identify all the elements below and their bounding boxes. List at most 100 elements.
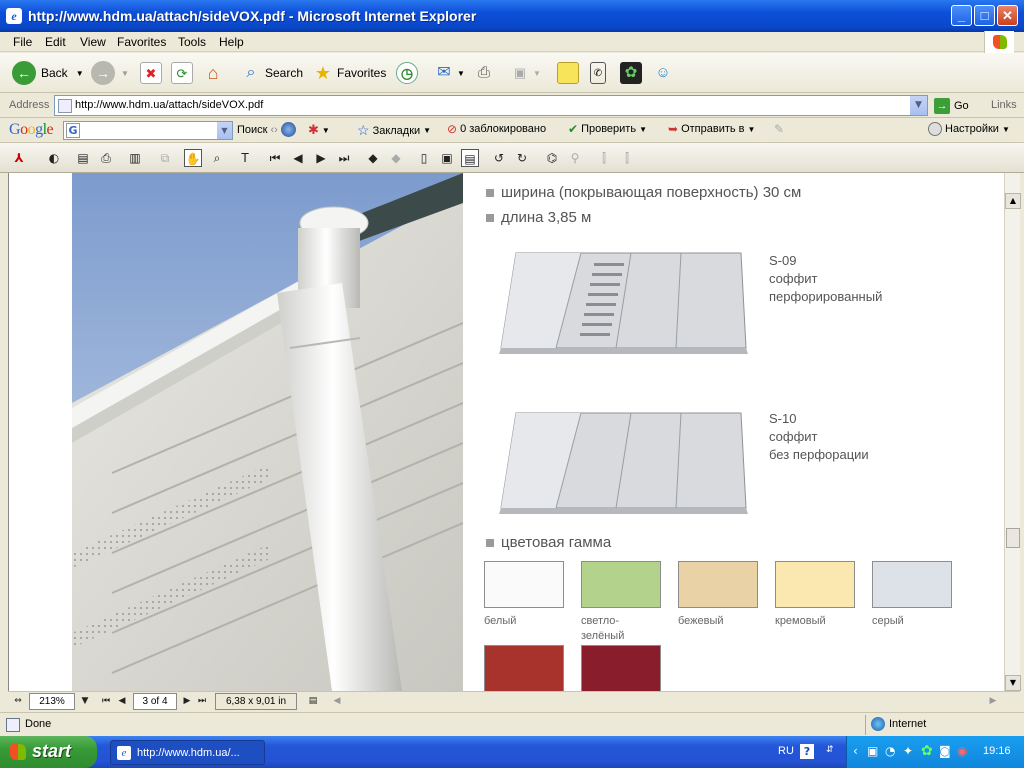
scroll-down-icon[interactable]: ▼ [1005,675,1021,691]
scroll-right-icon[interactable]: ▶ [986,694,1000,709]
save-copy-icon[interactable]: ◐ [45,149,63,167]
icq-icon[interactable]: ✿ [620,62,642,84]
icq-tray-icon[interactable]: ✿ [921,743,933,759]
scroll-left-icon[interactable]: ◀ [330,694,344,709]
zoom-dropdown-icon[interactable]: ▼ [78,694,92,709]
last-page-button-icon[interactable]: ⏭ [195,694,209,709]
hand-tool-icon[interactable]: ✋ [184,149,202,167]
s10-code: S-10 [769,411,797,426]
back-view-icon[interactable]: ◆ [364,149,382,167]
page-layout-icon[interactable]: ▤ [306,694,320,709]
split-icon[interactable]: ⇔ [11,694,25,709]
print-pdf-icon[interactable]: ⎙ [97,149,115,167]
menu-favorites[interactable]: Favorites [117,35,166,49]
antivirus-icon[interactable]: ◙ [939,744,951,758]
s09-desc: перфорированный [769,289,883,304]
pdf-page-view[interactable]: ширина (покрывающая поверхность) 30 см д… [8,173,1004,691]
messenger-phone-icon[interactable]: ✆ [590,62,606,84]
start-button[interactable]: start [0,736,97,768]
pages-panel-icon[interactable]: ▥ [126,149,144,167]
help-icon[interactable]: ? [800,744,814,759]
save-icon[interactable]: ▤ [74,149,92,167]
close-button[interactable]: ✕ [997,5,1018,26]
favorites-star-icon: ★ [314,63,332,83]
status-bar: Done Internet [0,712,1024,736]
forward-view-icon[interactable]: ◆ [387,149,405,167]
menu-tools[interactable]: Tools [178,35,206,49]
find-icon[interactable]: ⌬ [543,149,561,167]
menu-file[interactable]: File [13,35,32,49]
spec-width: ширина (покрывающая поверхность) 30 см [501,184,802,201]
links-button[interactable]: Links [991,99,1017,111]
address-dropdown-icon[interactable]: ▼ [910,96,927,115]
forward-button[interactable]: → ▼ [91,61,129,85]
highlight-icon[interactable]: ✎ [774,122,784,136]
rotate-ccw-icon[interactable]: ↺ [490,149,508,167]
fit-width-icon[interactable]: ▤ [461,149,479,167]
scroll-up-icon[interactable]: ▲ [1005,193,1021,209]
next-page-icon[interactable]: ▶ [312,149,330,167]
messenger-tray-icon[interactable]: ✦ [903,744,913,758]
stop-icon[interactable]: ✖ [140,62,162,84]
settings-button[interactable]: Настройки ▼ [928,122,1010,136]
copy-icon[interactable]: ⧉ [156,149,174,167]
language-indicator[interactable]: RU [778,745,794,757]
home-icon[interactable]: ⌂ [202,62,224,84]
print-icon[interactable]: ⎙ [473,62,495,84]
page-field[interactable]: 3 of 4 [133,693,177,710]
swatch-cream [775,561,855,608]
search-button[interactable]: ⌕ Search [240,61,304,85]
swatch-label-light-green: светло- зелёный [581,615,625,642]
network-icon[interactable]: ▣ [867,744,878,758]
minimize-button[interactable]: _ [951,5,972,26]
zoom-tool-icon[interactable]: ⌕ [208,149,226,167]
volume-icon[interactable]: ◔ [885,744,895,758]
mail-icon[interactable]: ✉ [433,62,455,84]
taskbar-item-ie[interactable]: e http://www.hdm.ua/... [110,740,265,765]
first-page-button-icon[interactable]: ⏮ [99,694,113,709]
gutter-photo [72,173,463,691]
pagerank-button[interactable]: ✱ ▼ [308,122,330,138]
columns-icon[interactable]: ⫿ [595,149,613,167]
go-button[interactable]: → Go [934,96,976,116]
fit-page-icon[interactable]: ▣ [438,149,456,167]
menu-view[interactable]: View [80,35,106,49]
note-icon[interactable] [557,62,579,84]
google-search-button[interactable]: Поиск ‹› [237,122,296,137]
maximize-button[interactable]: □ [974,5,995,26]
actual-size-icon[interactable]: ▯ [415,149,433,167]
address-input[interactable]: http://www.hdm.ua/attach/sideVOX.pdf ▼ [54,95,928,116]
next-page-button-icon[interactable]: ▶ [180,694,194,709]
back-button[interactable]: ← Back ▼ [12,61,84,85]
search-pdf-icon[interactable]: ⚲ [566,149,584,167]
rotate-cw-icon[interactable]: ↻ [513,149,531,167]
columns-alt-icon[interactable]: ⫿ [618,149,636,167]
text-select-icon[interactable]: T [236,149,254,167]
favorites-button[interactable]: ★ Favorites [312,61,386,85]
refresh-icon[interactable]: ⟳ [171,62,193,84]
google-search-dropdown-icon[interactable]: ▼ [217,122,232,139]
security-icon[interactable]: ◉ [957,744,967,758]
language-toggle-icon[interactable]: ⇵ [826,745,834,755]
scroll-thumb[interactable] [1006,528,1020,548]
popup-blocker[interactable]: ⊘ 0 заблокировано [447,122,546,136]
tray-expand-icon[interactable]: ‹ [853,744,858,758]
prev-page-icon[interactable]: ◀ [289,149,307,167]
google-search-input[interactable]: G ▼ [63,121,233,140]
system-tray: ‹ ▣ ◔ ✦ ✿ ◙ ◉ 19:16 [846,736,1024,768]
edit-icon[interactable]: ▣ [509,62,531,84]
send-to-button[interactable]: ➥ Отправить в ▼ [668,122,755,136]
vertical-scrollbar[interactable]: ▲ ▼ [1004,173,1021,691]
first-page-icon[interactable]: ⏮ [266,149,284,167]
menu-help[interactable]: Help [219,35,244,49]
back-label: Back [41,66,68,80]
last-page-icon[interactable]: ⏭ [335,149,353,167]
messenger-icon[interactable]: ☺ [652,62,674,84]
history-icon[interactable]: ◷ [396,62,418,84]
prev-page-button-icon[interactable]: ◀ [115,694,129,709]
zoom-field[interactable]: 213% [29,693,75,710]
spellcheck-button[interactable]: ✔ Проверить ▼ [568,122,647,136]
bookmarks-button[interactable]: ☆ Закладки ▼ [357,122,431,139]
menu-edit[interactable]: Edit [45,35,66,49]
acrobat-icon[interactable]: ⅄ [10,149,28,167]
